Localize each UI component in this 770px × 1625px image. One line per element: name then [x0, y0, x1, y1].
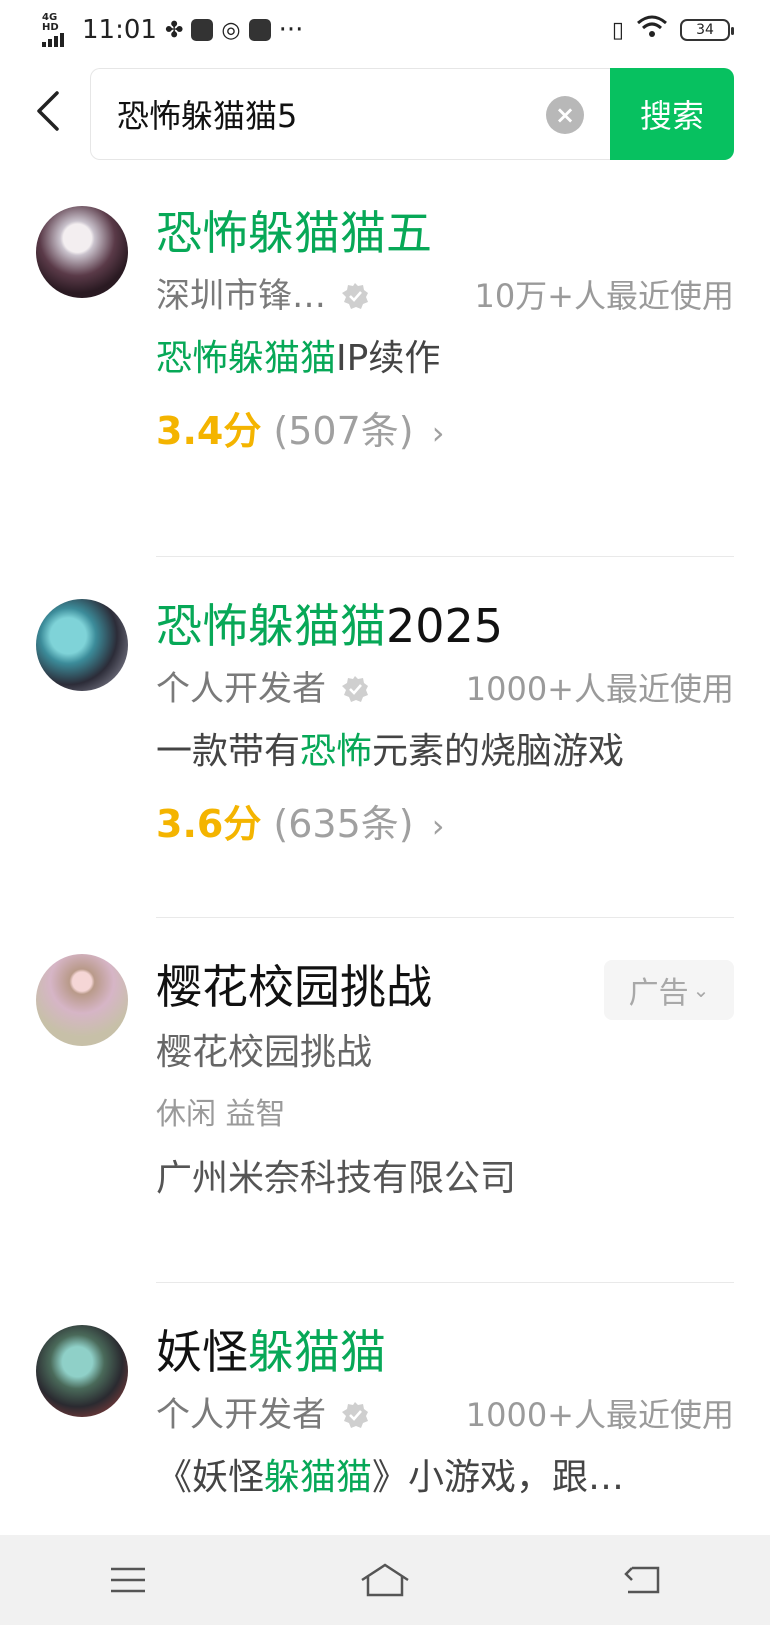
vibrate-icon: ▯: [611, 17, 624, 43]
rating[interactable]: 3.4分 (507条) ›: [156, 392, 734, 472]
avatar: [36, 954, 128, 1046]
chevron-right-icon: ›: [431, 414, 445, 452]
result-meta: 个人开发者 1000+人最近使用: [156, 1385, 734, 1445]
status-left: 4G HD 11:01 ✤ ◎ ···: [42, 13, 303, 47]
menu-button[interactable]: [98, 1550, 158, 1610]
rating-score: 3.4分: [156, 409, 262, 453]
rating[interactable]: 3.6分 (635条) ›: [156, 785, 734, 865]
result-item-4[interactable]: 妖怪躲猫猫 个人开发者 1000+人最近使用 《妖怪躲猫猫》小游戏，跟…: [0, 1283, 770, 1543]
rating-count: (507条): [273, 409, 414, 453]
avatar: [36, 599, 128, 691]
result-meta: 个人开发者 1000+人最近使用: [156, 659, 734, 719]
menu-icon: [111, 1567, 146, 1593]
clock: 11:01: [82, 15, 157, 45]
more-notifications: ···: [278, 15, 304, 45]
results-list: 恐怖躲猫猫五 深圳市锋… 10万+人最近使用 恐怖躲猫猫IP续作 3.4分 (5…: [0, 200, 770, 1543]
verified-icon: [342, 1402, 368, 1428]
back-nav-button[interactable]: [612, 1550, 672, 1610]
battery-icon: 34: [680, 19, 734, 41]
search-query: 恐怖躲猫猫5: [117, 97, 298, 135]
play-icon: [248, 19, 271, 41]
recent-users: 10万+人最近使用: [474, 277, 734, 315]
result-item-1[interactable]: 恐怖躲猫猫五 深圳市锋… 10万+人最近使用 恐怖躲猫猫IP续作 3.4分 (5…: [0, 200, 770, 542]
result-tags: 休闲 益智: [156, 1097, 286, 1132]
home-icon: [361, 1563, 409, 1597]
rating-score: 3.6分: [156, 802, 262, 846]
result-title: 恐怖躲猫猫五: [156, 206, 432, 260]
return-icon: [623, 1566, 659, 1594]
avatar: [36, 206, 128, 298]
ad-badge[interactable]: 广告 ⌄: [604, 960, 734, 1020]
result-meta: 深圳市锋… 10万+人最近使用: [156, 266, 734, 326]
ad-result-item[interactable]: 广告 ⌄ 樱花校园挑战 樱花校园挑战 休闲 益智 广州米奈科技有限公司: [0, 918, 770, 1268]
result-title: 妖怪躲猫猫: [156, 1325, 386, 1379]
result-description: 《妖怪躲猫猫》小游戏，跟…: [156, 1457, 625, 1498]
developer-name: 深圳市锋…: [156, 276, 326, 316]
recent-users: 1000+人最近使用: [465, 670, 734, 708]
pinwheel-icon: ✤: [164, 17, 184, 43]
result-description: 恐怖躲猫猫IP续作: [156, 338, 441, 379]
wifi-icon: [636, 15, 668, 46]
signal-icon: 4G HD: [42, 13, 74, 47]
developer-name: 个人开发者: [156, 1395, 326, 1435]
rating-count: (635条): [273, 802, 414, 846]
chevron-right-icon: ›: [431, 807, 445, 845]
status-bar: 4G HD 11:01 ✤ ◎ ··· ▯ 34: [0, 0, 770, 60]
result-subtitle: 樱花校园挑战: [156, 1032, 373, 1073]
avatar: [36, 1325, 128, 1417]
developer-name: 个人开发者: [156, 669, 326, 709]
result-title: 恐怖躲猫猫2025: [156, 599, 504, 653]
verified-icon: [342, 676, 368, 702]
search-row: 恐怖躲猫猫5 × 搜索: [0, 68, 770, 160]
home-button[interactable]: [355, 1550, 415, 1610]
company-name: 广州米奈科技有限公司: [156, 1158, 517, 1199]
back-button[interactable]: [28, 86, 68, 136]
battery-level: 34: [696, 22, 714, 38]
status-right: ▯ 34: [611, 15, 734, 46]
search-button[interactable]: 搜索: [610, 68, 734, 160]
app-icon: ◎: [221, 17, 241, 43]
verified-icon: [342, 283, 368, 309]
search-input[interactable]: 恐怖躲猫猫5 ×: [90, 68, 610, 160]
clear-icon[interactable]: ×: [546, 96, 584, 134]
network-type: 4G HD: [42, 12, 59, 33]
result-description: 一款带有恐怖元素的烧脑游戏: [156, 731, 625, 772]
recent-users: 1000+人最近使用: [465, 1396, 734, 1434]
result-item-2[interactable]: 恐怖躲猫猫2025 个人开发者 1000+人最近使用 一款带有恐怖元素的烧脑游戏…: [0, 557, 770, 903]
message-icon: [191, 19, 214, 41]
chevron-left-icon: [37, 91, 59, 131]
chevron-down-icon: ⌄: [692, 978, 710, 1002]
system-nav-bar: [0, 1535, 770, 1625]
